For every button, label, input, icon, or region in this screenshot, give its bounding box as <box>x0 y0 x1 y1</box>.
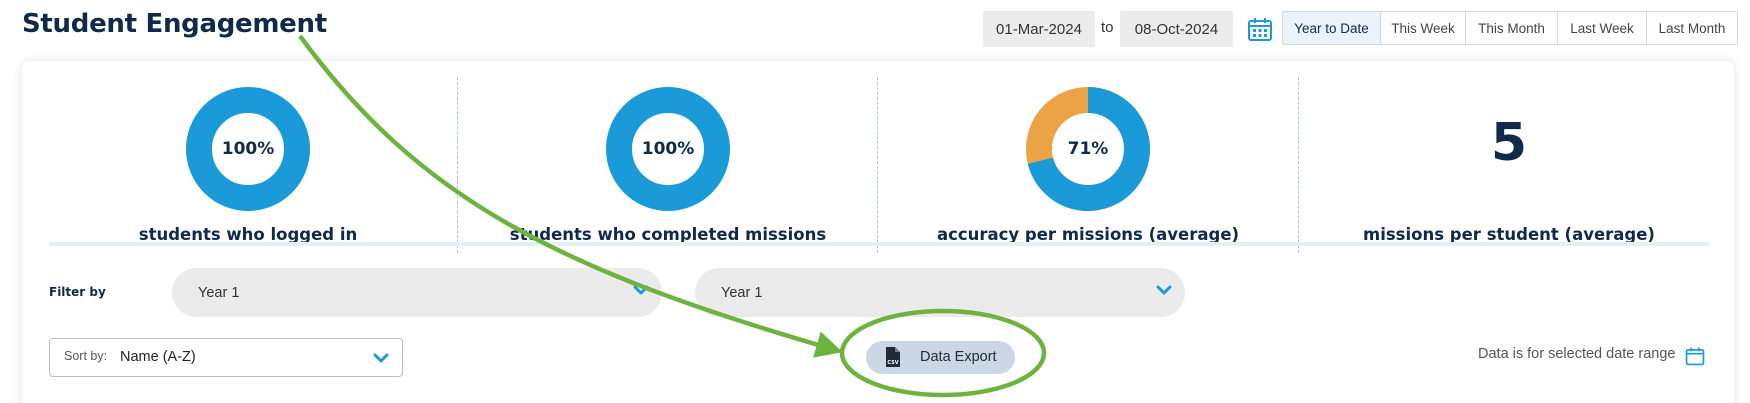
preset-this-month[interactable]: This Month <box>1466 12 1558 44</box>
date-range-note: Data is for selected date range <box>1478 346 1676 362</box>
preset-last-month[interactable]: Last Month <box>1647 12 1737 44</box>
stat-accuracy: 71% accuracy per missions (average) <box>878 75 1298 253</box>
date-separator: to <box>1101 19 1114 36</box>
date-preset-group: Year to Date This Week This Month Last W… <box>1282 11 1738 45</box>
stat-completed-missions: 100% students who completed missions <box>458 75 878 253</box>
page-title: Student Engagement <box>22 9 327 39</box>
svg-text:CSV: CSV <box>887 360 898 366</box>
preset-last-week[interactable]: Last Week <box>1558 12 1647 44</box>
stat-missions-per-student: 5 missions per student (average) <box>1299 75 1719 253</box>
sort-prefix: Sort by: <box>64 349 108 363</box>
chevron-down-icon <box>633 285 649 295</box>
stat-value: 100% <box>641 139 695 159</box>
chevron-down-icon <box>373 353 389 363</box>
filter-select-value: Year 1 <box>721 284 763 301</box>
preset-year-to-date[interactable]: Year to Date <box>1283 12 1381 44</box>
stat-value: 100% <box>221 139 275 159</box>
chevron-down-icon <box>1156 285 1172 295</box>
filter-select-year[interactable]: Year 1 <box>172 268 662 317</box>
stat-logged-in: 100% students who logged in <box>38 75 458 253</box>
data-export-button[interactable]: CSV Data Export <box>866 341 1015 374</box>
filter-select-value: Year 1 <box>198 284 240 301</box>
calendar-icon <box>1685 347 1705 366</box>
csv-file-icon: CSV <box>886 347 900 367</box>
stat-value: 71% <box>1067 139 1109 159</box>
sort-value: Name (A-Z) <box>120 349 196 365</box>
data-export-label: Data Export <box>920 349 997 365</box>
filter-label: Filter by <box>49 285 106 299</box>
preset-this-week[interactable]: This Week <box>1381 12 1466 44</box>
calendar-icon[interactable] <box>1247 16 1273 42</box>
stats-underline <box>49 242 1709 246</box>
start-date-field[interactable]: 01-Mar-2024 <box>983 11 1095 47</box>
end-date-field[interactable]: 08-Oct-2024 <box>1120 11 1233 47</box>
stat-value: 5 <box>1490 113 1528 173</box>
filter-select-class[interactable]: Year 1 <box>695 268 1185 317</box>
sort-select[interactable]: Sort by: Name (A-Z) <box>49 338 403 377</box>
